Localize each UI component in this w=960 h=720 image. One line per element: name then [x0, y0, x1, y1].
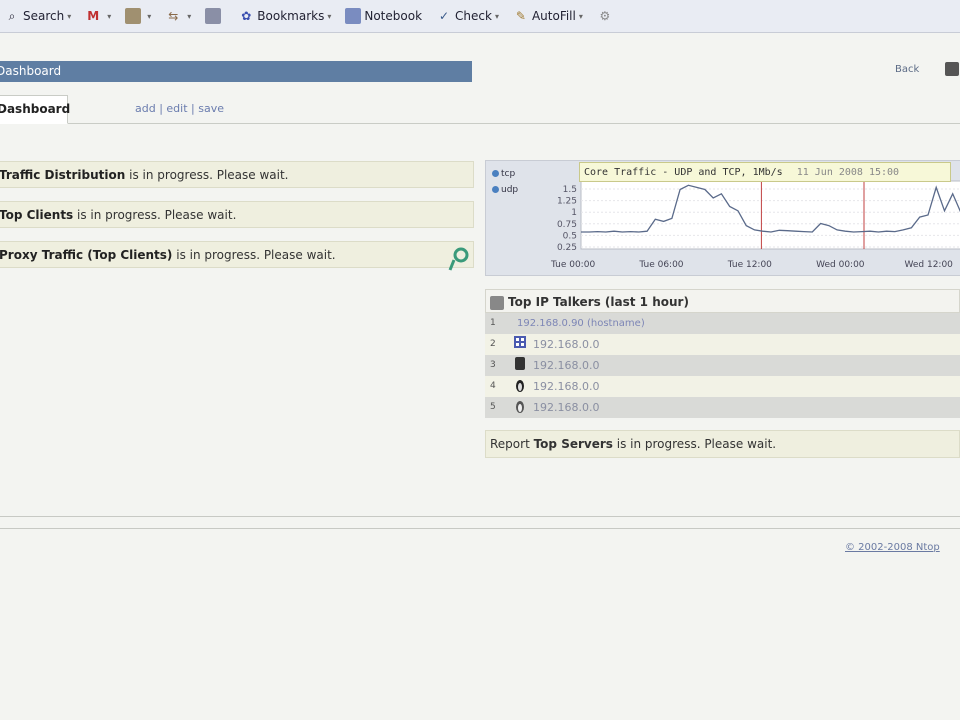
top-talkers-header: Top IP Talkers (last 1 hour): [485, 289, 960, 313]
report-name: Traffic Distribution: [0, 168, 126, 182]
notebook-icon: [345, 8, 362, 24]
linux-penguin-icon: [516, 380, 524, 392]
chart-title: Core Traffic - UDP and TCP, 1Mb/s 11 Jun…: [579, 162, 951, 182]
chart-xtick-label: Tue 00:00: [550, 260, 595, 270]
toolbar-search[interactable]: ⌕ Search ▾: [0, 2, 75, 30]
copyright-link[interactable]: © 2002-2008 Ntop: [845, 542, 940, 553]
back-icon[interactable]: [945, 62, 959, 76]
chart-xtick-label: Tue 12:00: [727, 260, 772, 270]
report-top-servers: Report Top Servers is in progress. Pleas…: [485, 430, 960, 458]
chart-ytick-label: 0.5: [563, 231, 577, 241]
chart-xtick-label: Wed 12:00: [904, 260, 953, 270]
report-status: is in progress. Please wait.: [125, 168, 289, 182]
report-name: Proxy Traffic (Top Clients): [0, 248, 173, 262]
chart-ytick-label: 1.5: [563, 185, 577, 195]
legend-item-udp: udp: [492, 185, 518, 195]
search-icon: ⌕: [8, 9, 16, 23]
report-top-clients: Top Clients is in progress. Please wait.: [0, 201, 474, 228]
report-status: is in progress. Please wait.: [172, 248, 336, 262]
grid-icon: [125, 8, 142, 24]
chart-date-label: 11 Jun 2008 15:00: [796, 167, 900, 178]
talkers-icon: [490, 295, 504, 310]
row-index: 4: [490, 381, 496, 391]
linux-penguin-icon: [516, 401, 524, 413]
toolbar-notebook[interactable]: Notebook: [341, 2, 426, 30]
row-ip[interactable]: 192.168.0.0: [533, 376, 599, 397]
apple-os-icon: [515, 357, 525, 370]
tab-actions-links[interactable]: add | edit | save: [135, 95, 224, 122]
table-row[interactable]: 2 192.168.0.0: [485, 334, 960, 355]
page-title-bar: Dashboard: [0, 61, 472, 82]
report-traffic-distribution: Traffic Distribution is in progress. Ple…: [0, 161, 474, 188]
row-index: 2: [490, 339, 496, 349]
report-status: is in progress. Please wait.: [73, 208, 237, 222]
folder-icon: [205, 8, 222, 24]
report-status: is in progress. Please wait.: [612, 437, 777, 451]
toolbar-bookmarks[interactable]: ✿ Bookmarks ▾: [234, 2, 335, 30]
check-icon: ✓: [438, 9, 450, 23]
toolbar-autofill[interactable]: ✎ AutoFill ▾: [509, 2, 587, 30]
report-prefix: Report: [490, 437, 534, 451]
footer-divider: [0, 516, 960, 517]
chevron-down-icon: ▾: [494, 11, 499, 21]
chart-xtick-label: Tue 06:00: [638, 260, 683, 270]
legend-dot-tcp: [492, 170, 499, 177]
toolbar-folder[interactable]: [201, 2, 228, 30]
table-row[interactable]: 3 192.168.0.0: [485, 355, 960, 376]
bookmark-star-icon: ✿: [241, 9, 252, 23]
page-title: Dashboard: [0, 64, 62, 78]
toolbar-mail[interactable]: M ▾: [81, 2, 115, 30]
toolbar-options[interactable]: ⚙: [593, 2, 620, 30]
chevron-down-icon: ▾: [327, 11, 332, 21]
chart-ytick-label: 0.75: [557, 220, 577, 230]
tab-bar: Dashboard add | edit | save: [0, 95, 960, 124]
chart-plot-area: [580, 180, 960, 250]
chevron-down-icon: ▾: [147, 11, 152, 21]
page-header: Dashboard Back: [0, 58, 960, 86]
row-ip[interactable]: 192.168.0.90 (hostname): [517, 313, 645, 334]
chart-ytick-label: 1: [571, 208, 577, 218]
report-proxy-traffic: Proxy Traffic (Top Clients) is in progre…: [0, 241, 474, 268]
flag-icon[interactable]: [448, 246, 470, 272]
legend-item-tcp: tcp: [492, 169, 515, 179]
toolbar-grid[interactable]: ▾: [121, 2, 155, 30]
row-index: 3: [490, 360, 496, 370]
table-row[interactable]: 4 192.168.0.0: [485, 376, 960, 397]
share-icon: ⇆: [168, 9, 179, 23]
autofill-icon: ✎: [515, 9, 526, 23]
chevron-down-icon: ▾: [67, 11, 72, 21]
back-link[interactable]: Back: [895, 64, 919, 75]
report-name: Top Servers: [533, 437, 613, 451]
tab-dashboard[interactable]: Dashboard: [0, 95, 70, 124]
table-row[interactable]: 1 192.168.0.90 (hostname): [485, 313, 960, 334]
row-ip[interactable]: 192.168.0.0: [533, 334, 599, 355]
toolbar-check[interactable]: ✓ Check ▾: [432, 2, 503, 30]
chart-ytick-label: 1.25: [557, 197, 577, 207]
legend-dot-udp: [492, 186, 499, 193]
footer-divider: [0, 528, 960, 529]
row-ip[interactable]: 192.168.0.0: [533, 355, 599, 376]
row-index: 5: [490, 402, 496, 412]
chevron-down-icon: ▾: [107, 11, 112, 21]
wrench-icon: ⚙: [599, 9, 611, 23]
row-ip[interactable]: 192.168.0.0: [533, 397, 599, 418]
browser-toolbar: ⌕ Search ▾ M ▾ ▾ ⇆ ▾ ✿ Bookmarks ▾ Noteb…: [0, 0, 960, 33]
chart-xtick-label: Wed 00:00: [816, 260, 865, 270]
mail-icon: M: [87, 9, 100, 23]
row-index: 1: [490, 318, 496, 328]
chevron-down-icon: ▾: [578, 11, 583, 21]
windows-os-icon: [514, 336, 526, 348]
top-talkers-title: Top IP Talkers (last 1 hour): [508, 295, 689, 309]
chevron-down-icon: ▾: [187, 11, 192, 21]
report-name: Top Clients: [0, 208, 74, 222]
chart-title-text: Core Traffic - UDP and TCP, 1Mb/s: [584, 167, 783, 178]
table-row[interactable]: 5 192.168.0.0: [485, 397, 960, 418]
toolbar-share[interactable]: ⇆ ▾: [161, 2, 195, 30]
chart-ytick-label: 0.25: [557, 243, 577, 253]
